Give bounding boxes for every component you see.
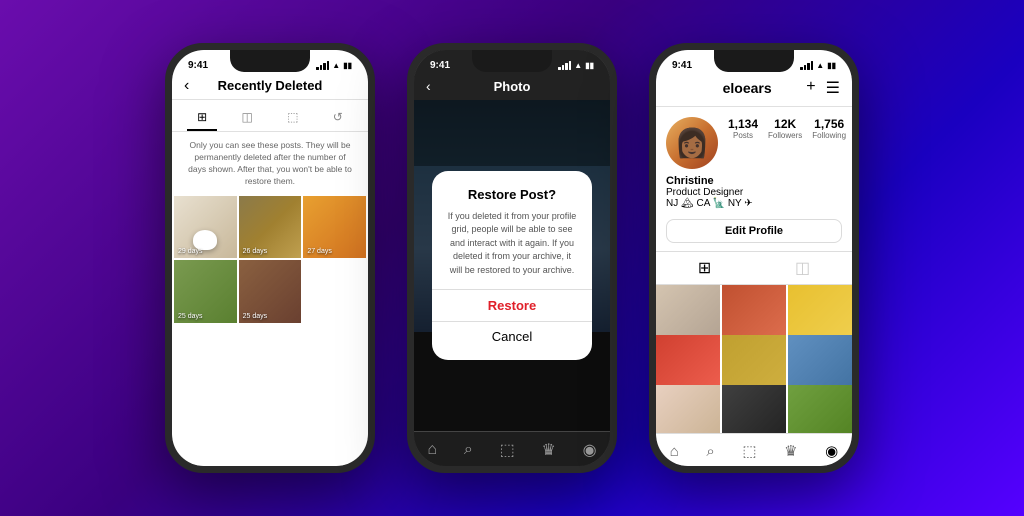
- p2-nav-profile-icon[interactable]: ◉: [583, 440, 597, 460]
- phone-3-screen: 9:41 ▲ ▮▮ eloears + ☰: [656, 50, 852, 466]
- p3-edit-profile-button[interactable]: Edit Profile: [666, 219, 842, 243]
- p1-photo-3[interactable]: 27 days: [303, 196, 366, 259]
- p3-bottom-nav: ⌂ ⌕ ⬚ ♛ ◉: [656, 433, 852, 466]
- p3-bio-location: NJ 🏔 CA 🗽 NY ✈: [666, 198, 842, 209]
- p3-avatar: [666, 117, 718, 169]
- p1-tabs: ⊞ ◫ ⬚ ↺: [172, 100, 368, 132]
- p3-nav-home-icon[interactable]: ⌂: [670, 443, 679, 460]
- p1-photo-1[interactable]: 29 days: [174, 196, 237, 259]
- p3-photo-grid: [656, 285, 852, 433]
- p3-grid-tab-profile[interactable]: ◫: [795, 258, 810, 278]
- p3-nav-shop-icon[interactable]: ♛: [784, 442, 797, 460]
- notch-2: [472, 50, 552, 72]
- p3-photo-9[interactable]: [788, 385, 852, 433]
- p3-posts-count: 1,134: [728, 117, 758, 131]
- p2-cancel-button[interactable]: Cancel: [446, 321, 578, 352]
- p3-username: eloears: [723, 80, 772, 96]
- p1-photo-4[interactable]: 25 days: [174, 260, 237, 323]
- status-time-2: 9:41: [430, 60, 450, 71]
- p1-photo-grid: 29 days 26 days 27 days 25 days 25 days: [172, 196, 368, 323]
- phone-3: 9:41 ▲ ▮▮ eloears + ☰: [649, 43, 859, 473]
- p3-stat-posts: 1,134 Posts: [728, 117, 758, 140]
- status-icons-3: ▲ ▮▮: [800, 61, 836, 70]
- p3-posts-label: Posts: [733, 131, 753, 140]
- p3-photo-7[interactable]: [656, 385, 720, 433]
- battery-icon-2: ▮▮: [585, 61, 594, 70]
- p3-header: eloears + ☰: [656, 76, 852, 107]
- wifi-icon-3: ▲: [816, 61, 824, 70]
- notch-3: [714, 50, 794, 72]
- signal-icon-2: [558, 61, 571, 70]
- p2-modal: Restore Post? If you deleted it from you…: [432, 171, 592, 361]
- p3-followers-label: Followers: [768, 131, 802, 140]
- p2-photo-area: Restore Post? If you deleted it from you…: [414, 100, 610, 431]
- p3-grid-tab-photos[interactable]: ⊞: [698, 258, 711, 278]
- p1-days-3: 27 days: [307, 248, 332, 255]
- battery-icon-3: ▮▮: [827, 61, 836, 70]
- notch-1: [230, 50, 310, 72]
- p3-stat-followers: 12K Followers: [768, 117, 802, 140]
- p3-followers-count: 12K: [774, 117, 796, 131]
- p1-tab-calendar[interactable]: ⬚: [277, 106, 308, 131]
- p3-bio-name: Christine: [666, 175, 842, 187]
- p3-nav-profile-icon[interactable]: ◉: [825, 442, 838, 460]
- p3-add-icon[interactable]: +: [806, 78, 815, 98]
- p2-nav-search-icon[interactable]: ⌕: [464, 441, 473, 459]
- p2-restore-button[interactable]: Restore: [446, 290, 578, 321]
- p3-nav-reel-icon[interactable]: ⬚: [742, 442, 756, 460]
- p3-header-icons: + ☰: [806, 78, 840, 98]
- status-time-1: 9:41: [188, 60, 208, 71]
- p1-days-1: 29 days: [178, 248, 203, 255]
- p1-back-button[interactable]: ‹: [184, 77, 189, 95]
- p1-days-2: 26 days: [243, 248, 268, 255]
- battery-icon-1: ▮▮: [343, 61, 352, 70]
- p1-notice: Only you can see these posts. They will …: [172, 132, 368, 196]
- p3-nav-search-icon[interactable]: ⌕: [706, 443, 714, 460]
- p1-photo-5[interactable]: 25 days: [239, 260, 302, 323]
- p1-photo-2[interactable]: 26 days: [239, 196, 302, 259]
- p2-modal-text: If you deleted it from your profile grid…: [446, 210, 578, 278]
- signal-icon-3: [800, 61, 813, 70]
- phone-2-screen: 9:41 ▲ ▮▮ ‹ Photo Restore Post?: [414, 50, 610, 466]
- wifi-icon-1: ▲: [332, 61, 340, 70]
- p1-title: Recently Deleted: [218, 78, 323, 93]
- p1-header: ‹ Recently Deleted: [172, 76, 368, 100]
- p3-grid-tabs: ⊞ ◫: [656, 251, 852, 285]
- p2-header: ‹ Photo: [414, 76, 610, 100]
- p3-following-label: Following: [812, 131, 846, 140]
- wifi-icon-2: ▲: [574, 61, 582, 70]
- p2-title: Photo: [494, 79, 531, 94]
- p3-stats: 1,134 Posts 12K Followers 1,756 Followin…: [728, 117, 846, 140]
- p1-tab-portrait[interactable]: ◫: [232, 106, 263, 131]
- p3-menu-icon[interactable]: ☰: [826, 78, 840, 98]
- p3-stat-following: 1,756 Following: [812, 117, 846, 140]
- p2-nav-reel-icon[interactable]: ⬚: [500, 440, 515, 460]
- p1-days-4: 25 days: [178, 313, 203, 320]
- p1-days-5: 25 days: [243, 313, 268, 320]
- status-icons-1: ▲ ▮▮: [316, 61, 352, 70]
- p1-tab-grid[interactable]: ⊞: [187, 106, 217, 131]
- p2-back-button[interactable]: ‹: [426, 78, 431, 94]
- p3-bio-job: Product Designer: [666, 187, 842, 198]
- p3-following-count: 1,756: [814, 117, 844, 131]
- p1-tab-clock[interactable]: ↺: [323, 106, 353, 131]
- p3-photo-8[interactable]: [722, 385, 786, 433]
- status-icons-2: ▲ ▮▮: [558, 61, 594, 70]
- phone-2: 9:41 ▲ ▮▮ ‹ Photo Restore Post?: [407, 43, 617, 473]
- p2-nav-home-icon[interactable]: ⌂: [427, 441, 437, 459]
- status-time-3: 9:41: [672, 60, 692, 71]
- p3-info: 1,134 Posts 12K Followers 1,756 Followin…: [656, 107, 852, 175]
- p2-nav-shop-icon[interactable]: ♛: [542, 440, 556, 460]
- p2-bottom-nav: ⌂ ⌕ ⬚ ♛ ◉: [414, 431, 610, 466]
- phone-1-screen: 9:41 ▲ ▮▮ ‹ Recently Deleted ⊞ ◫ ⬚ ↺: [172, 50, 368, 466]
- p2-modal-overlay: Restore Post? If you deleted it from you…: [414, 100, 610, 431]
- signal-icon-1: [316, 61, 329, 70]
- phone-1: 9:41 ▲ ▮▮ ‹ Recently Deleted ⊞ ◫ ⬚ ↺: [165, 43, 375, 473]
- p2-modal-title: Restore Post?: [446, 187, 578, 202]
- p3-bio: Christine Product Designer NJ 🏔 CA 🗽 NY …: [656, 175, 852, 215]
